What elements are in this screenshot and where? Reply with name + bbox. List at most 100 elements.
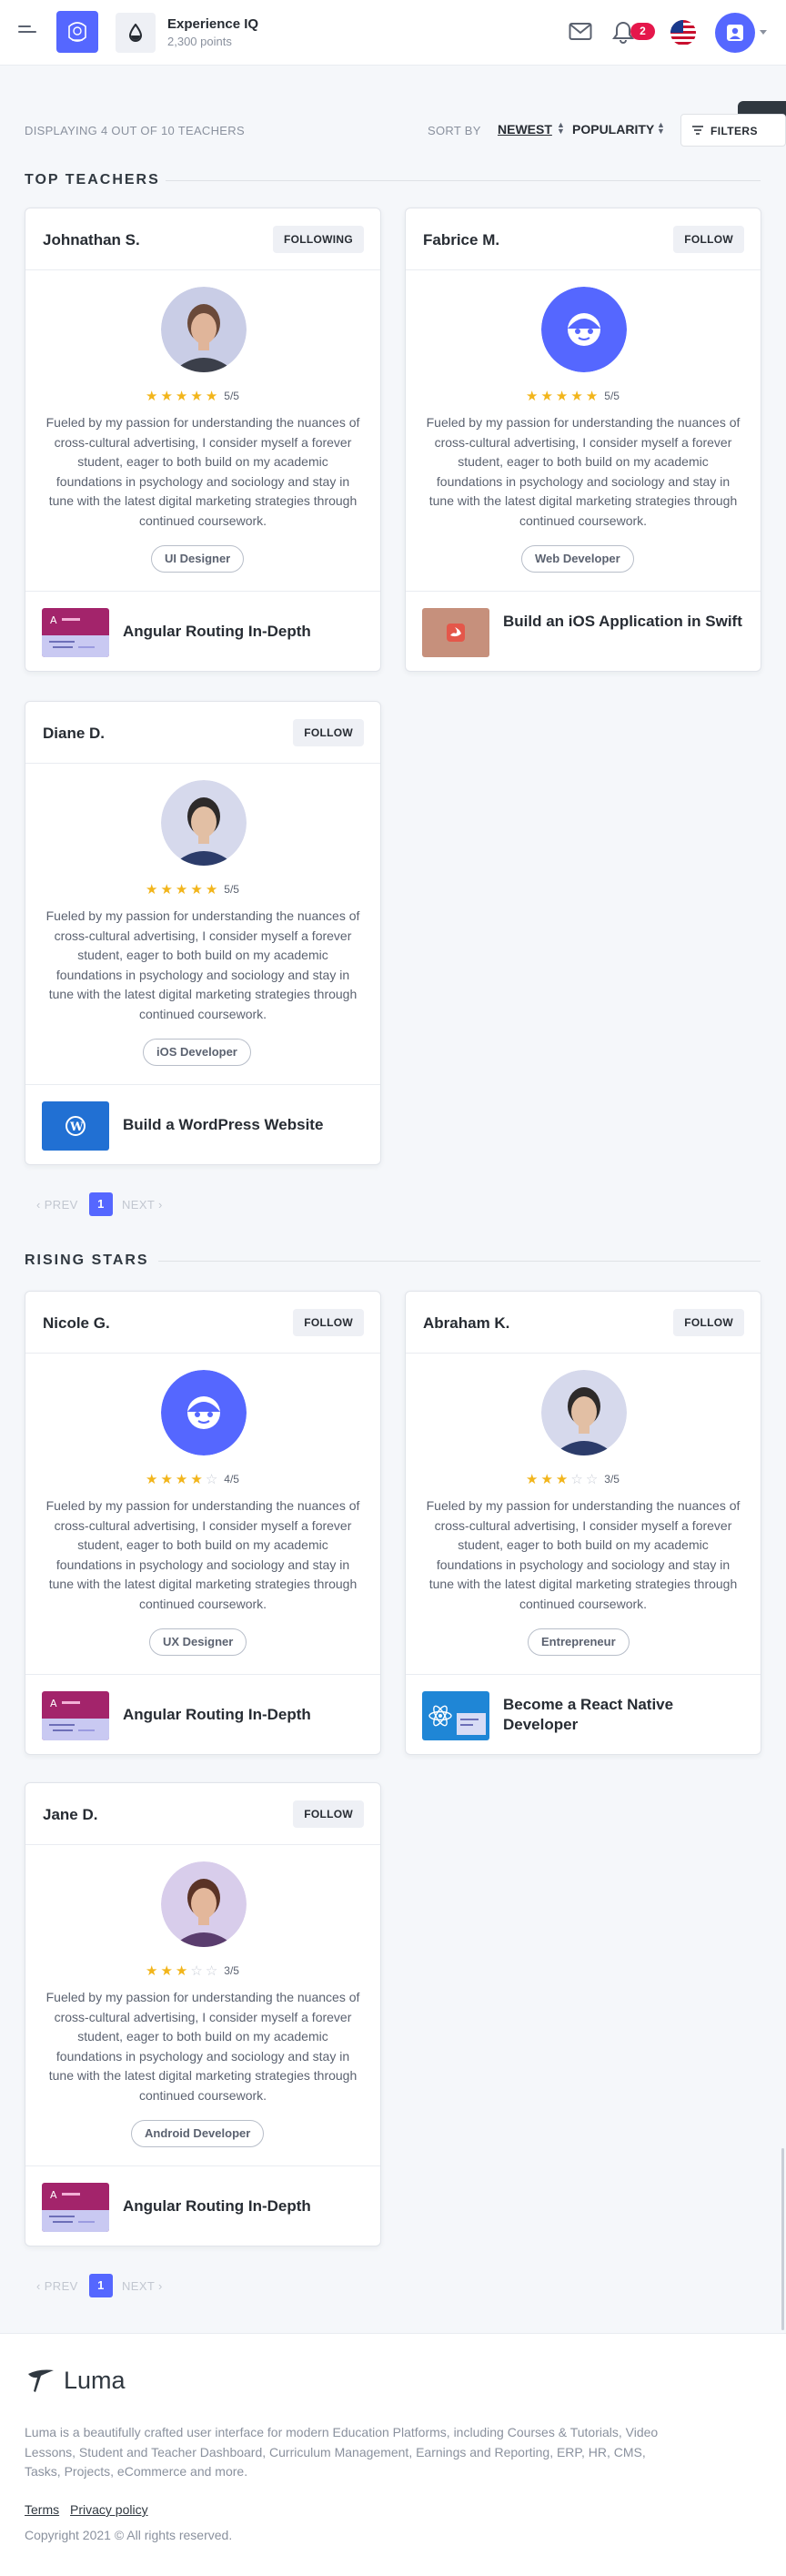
teacher-name[interactable]: Abraham K. (423, 1314, 509, 1333)
card-header: Diane D. FOLLOW (25, 702, 380, 764)
teacher-bio: Fueled by my passion for understanding t… (45, 415, 360, 528)
star-rating: ★ ★ ★ ☆ ☆ 3/5 (526, 1472, 620, 1487)
teacher-avatar[interactable] (161, 1370, 247, 1455)
teacher-name[interactable]: Jane D. (43, 1806, 97, 1824)
filters-button[interactable]: FILTERS (680, 114, 786, 147)
teacher-name[interactable]: Johnathan S. (43, 231, 140, 249)
teacher-role-tag[interactable]: Entrepreneur (528, 1628, 630, 1656)
card-header: Johnathan S. FOLLOWING (25, 208, 380, 270)
follow-button[interactable]: FOLLOW (673, 226, 744, 253)
teacher-name[interactable]: Nicole G. (43, 1314, 110, 1333)
rating-value: 5/5 (224, 883, 239, 896)
teacher-name[interactable]: Fabrice M. (423, 231, 499, 249)
follow-button[interactable]: FOLLOW (293, 1309, 364, 1336)
svg-text:A: A (50, 614, 57, 626)
teacher-count-text: DISPLAYING 4 OUT OF 10 TEACHERS (25, 124, 245, 137)
follow-button[interactable]: FOLLOW (293, 719, 364, 746)
privacy-policy-link[interactable]: Privacy policy (70, 2502, 148, 2517)
featured-course-link[interactable]: Build an iOS Application in Swift (406, 591, 761, 672)
teacher-avatar[interactable] (541, 287, 627, 372)
sort-newest-link[interactable]: NEWEST (498, 122, 552, 137)
star-filled-icon: ★ (175, 1963, 188, 1979)
next-page-button[interactable]: NEXT › (122, 1198, 163, 1212)
card-header: Abraham K. FOLLOW (406, 1292, 761, 1354)
section-title-rising-stars: RISING STARS (25, 1253, 149, 1268)
star-rating: ★ ★ ★ ★ ★ 5/5 (526, 389, 620, 404)
prev-page-button[interactable]: ‹ PREV (36, 1198, 78, 1212)
star-filled-icon: ★ (160, 1472, 173, 1487)
angular-course-thumbnail: A (42, 608, 109, 657)
sort-popularity-link[interactable]: POPULARITY (572, 122, 654, 137)
teacher-role-tag[interactable]: Web Developer (521, 545, 634, 573)
teacher-role-tag[interactable]: UI Designer (151, 545, 245, 573)
star-filled-icon: ★ (555, 389, 569, 404)
course-title: Angular Routing In-Depth (123, 1706, 311, 1723)
star-rating: ★ ★ ★ ★ ★ 5/5 (146, 882, 239, 898)
page-number-button[interactable]: 1 (89, 1192, 113, 1216)
section-divider (158, 1261, 761, 1262)
teacher-avatar[interactable] (161, 780, 247, 866)
mail-icon[interactable] (569, 22, 592, 46)
teacher-role-tag[interactable]: UX Designer (149, 1628, 247, 1656)
teacher-role-tag[interactable]: Android Developer (131, 2120, 265, 2147)
teacher-bio: Fueled by my passion for understanding t… (45, 908, 360, 1021)
menu-toggle-button[interactable] (18, 25, 38, 40)
chevron-down-icon[interactable] (760, 30, 767, 35)
page-number-button[interactable]: 1 (89, 2274, 113, 2297)
star-empty-icon: ☆ (570, 1472, 583, 1487)
follow-button[interactable]: FOLLOW (293, 1800, 364, 1828)
featured-course-link[interactable]: A Angular Routing In-Depth (25, 2165, 380, 2246)
filters-label: FILTERS (710, 125, 758, 137)
footer-brand-name: Luma (64, 2367, 126, 2394)
follow-button[interactable]: FOLLOW (673, 1309, 744, 1336)
star-filled-icon: ★ (190, 389, 203, 404)
teacher-avatar[interactable] (541, 1370, 627, 1455)
experience-points: 2,300 points (167, 35, 232, 48)
us-flag-icon[interactable] (670, 20, 696, 46)
top-navbar: Experience IQ 2,300 points 2 (0, 0, 786, 66)
star-rating: ★ ★ ★ ☆ ☆ 3/5 (146, 1963, 239, 1979)
footer-description: Luma is a beautifully crafted user inter… (25, 2425, 659, 2479)
featured-course-link[interactable]: A Angular Routing In-Depth (25, 591, 380, 672)
teacher-role-tag[interactable]: iOS Developer (143, 1039, 251, 1066)
featured-course-link[interactable]: W Build a WordPress Website (25, 1084, 380, 1165)
react-course-thumbnail (422, 1691, 489, 1740)
rating-value: 5/5 (224, 390, 239, 402)
rating-value: 3/5 (224, 1964, 239, 1977)
luma-logo-icon (28, 2369, 54, 2392)
user-avatar-button[interactable] (715, 13, 755, 53)
follow-button[interactable]: FOLLOWING (272, 226, 364, 253)
star-filled-icon: ★ (175, 882, 188, 898)
star-filled-icon: ★ (146, 1963, 158, 1979)
card-header: Nicole G. FOLLOW (25, 1292, 380, 1354)
teacher-card-nicole-g: Nicole G. FOLLOW ★ ★ ★ ★ ☆ 4/5 Fueled by my pass… (25, 1291, 381, 1755)
rating-value: 4/5 (224, 1473, 239, 1486)
teacher-card-jane-d: Jane D. FOLLOW ★ ★ ★ ☆ ☆ 3/5 Fueled by my passio… (25, 1782, 381, 2246)
star-empty-icon: ☆ (205, 1472, 218, 1487)
scrollbar[interactable] (781, 2148, 784, 2330)
featured-course-link[interactable]: Become a React Native Developer (406, 1674, 761, 1755)
filter-icon (692, 126, 703, 135)
teacher-avatar[interactable] (161, 287, 247, 372)
card-header: Fabrice M. FOLLOW (406, 208, 761, 270)
star-filled-icon: ★ (175, 1472, 188, 1487)
sort-arrows-icon[interactable]: ▲ ▼ (557, 121, 565, 136)
star-filled-icon: ★ (190, 1472, 203, 1487)
star-filled-icon: ★ (146, 1472, 158, 1487)
star-filled-icon: ★ (175, 389, 188, 404)
teacher-name[interactable]: Diane D. (43, 725, 105, 743)
brand-logo[interactable] (56, 11, 98, 53)
star-filled-icon: ★ (160, 1963, 173, 1979)
star-filled-icon: ★ (160, 882, 173, 898)
svg-text:A: A (50, 2189, 57, 2201)
star-filled-icon: ★ (540, 389, 553, 404)
star-filled-icon: ★ (585, 389, 599, 404)
section-title-top-teachers: TOP TEACHERS (25, 172, 160, 188)
terms-link[interactable]: Terms (25, 2502, 59, 2517)
sort-arrows-icon[interactable]: ▲ ▼ (657, 121, 665, 136)
swift-course-thumbnail (422, 608, 489, 657)
teacher-avatar[interactable] (161, 1861, 247, 1947)
next-page-button[interactable]: NEXT › (122, 2279, 163, 2293)
prev-page-button[interactable]: ‹ PREV (36, 2279, 78, 2293)
featured-course-link[interactable]: A Angular Routing In-Depth (25, 1674, 380, 1755)
